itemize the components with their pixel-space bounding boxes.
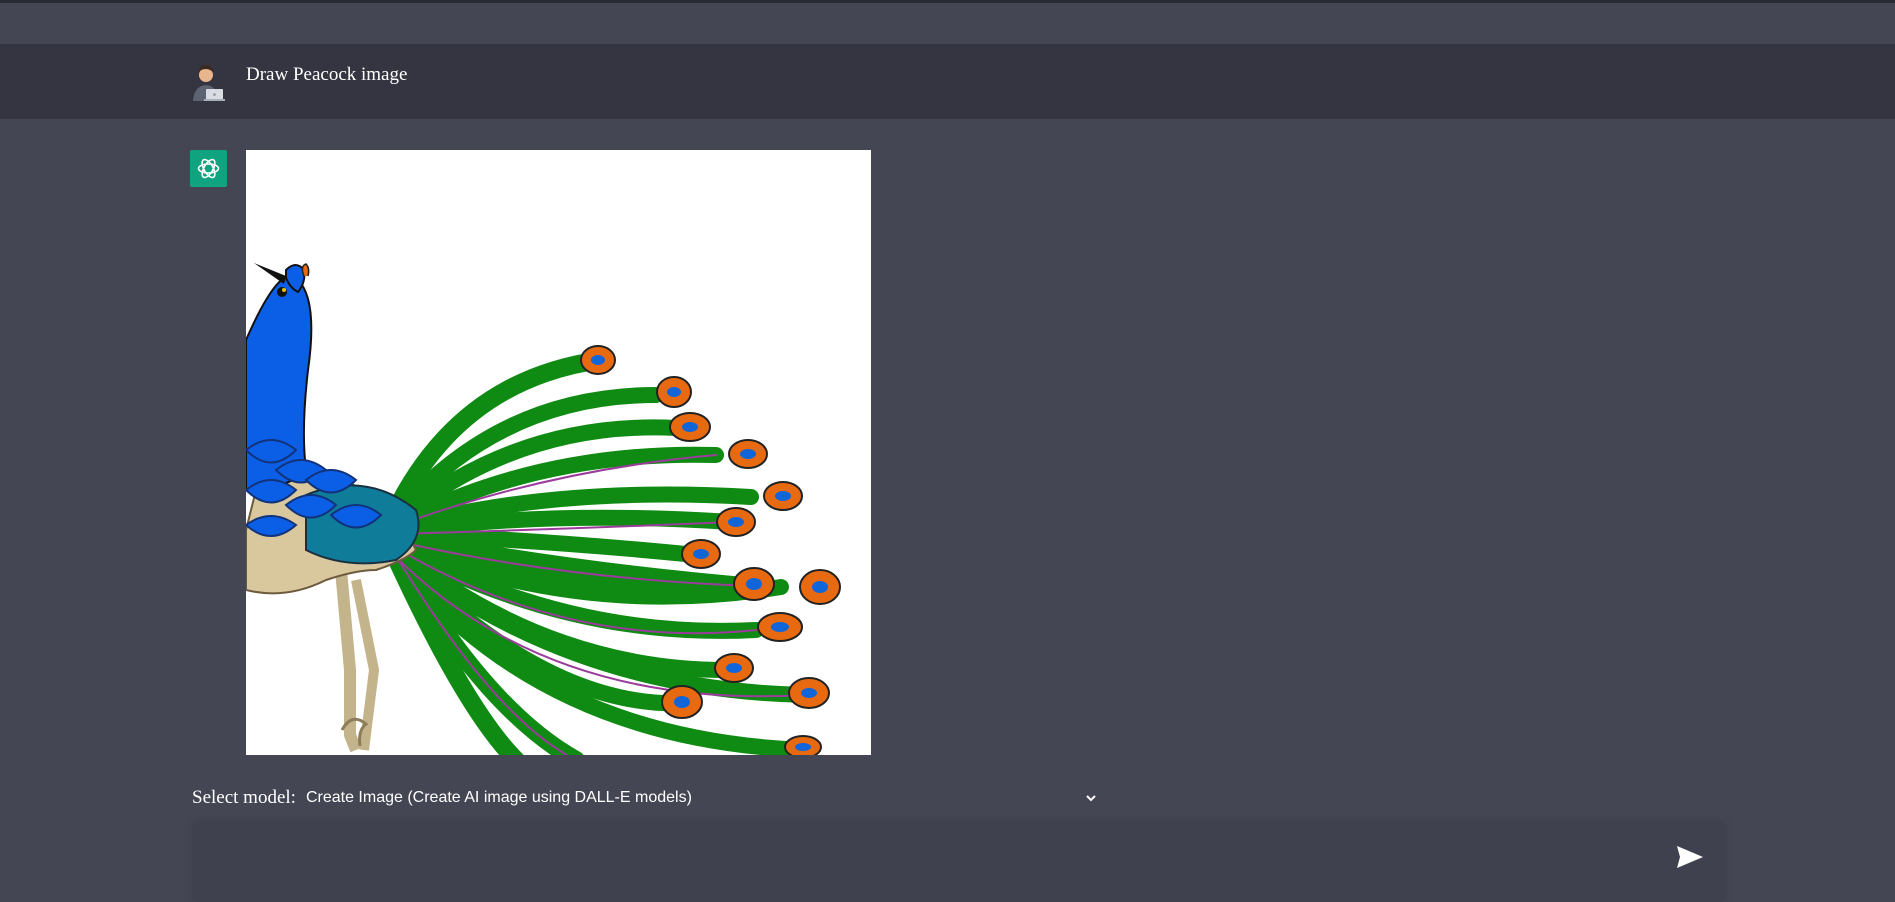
send-icon <box>1677 846 1703 868</box>
generated-peacock-image[interactable] <box>246 150 871 755</box>
model-selector-bar: Select model: Create Image (Create AI im… <box>192 785 1102 811</box>
assistant-message-row <box>0 119 1895 769</box>
prompt-composer <box>192 822 1726 902</box>
prompt-input[interactable] <box>208 836 1652 880</box>
model-select-dropdown[interactable]: Create Image (Create AI image using DALL… <box>306 789 1102 807</box>
model-select-value: Create Image (Create AI image using DALL… <box>305 789 692 806</box>
openai-logo-icon <box>190 150 227 187</box>
user-message-text: Draw Peacock image <box>246 64 408 85</box>
window-top-edge <box>0 0 1895 3</box>
user-message-row: Draw Peacock image <box>0 44 1895 119</box>
send-button[interactable] <box>1673 842 1707 872</box>
model-select-label: Select model: <box>192 787 296 808</box>
chevron-down-icon <box>1086 795 1096 802</box>
user-avatar-icon <box>190 62 226 102</box>
